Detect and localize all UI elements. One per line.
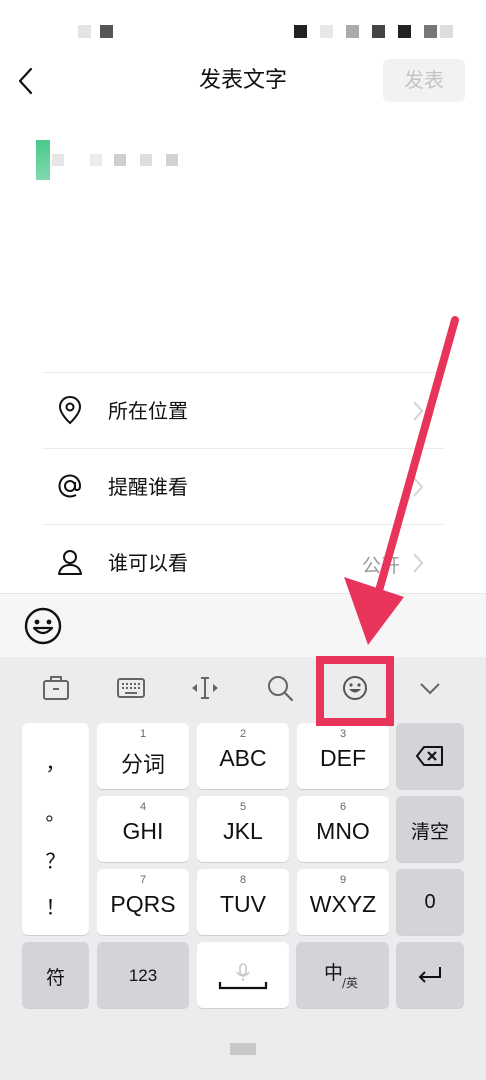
text-cursor (36, 140, 50, 180)
text-editor[interactable] (36, 138, 456, 188)
annotation-highlight-box (316, 656, 394, 726)
key-number: 3 (339, 728, 347, 740)
status-pixel (78, 25, 91, 38)
status-pixel (398, 25, 411, 38)
punctuation-exclaim[interactable]: ！ (22, 891, 89, 920)
zero-key[interactable]: 0 (396, 869, 464, 935)
search-icon[interactable] (265, 673, 295, 703)
keyboard: ， 。 ？ ！ 1 分词 2 ABC 3 DEF 4 GHI 5 JKL 6 M… (0, 657, 486, 1080)
punctuation-comma[interactable]: ， (22, 747, 89, 776)
key-label: JKL (223, 818, 263, 844)
punctuation-period[interactable]: 。 (22, 797, 89, 826)
post-button[interactable]: 发表 (383, 59, 465, 102)
key-9[interactable]: 9 WXYZ (297, 869, 389, 935)
delete-key[interactable] (396, 723, 464, 789)
space-key[interactable] (197, 942, 289, 1008)
obscured-text (52, 154, 64, 166)
person-icon (58, 550, 82, 575)
status-pixel (294, 25, 307, 38)
symbols-key[interactable]: 符 (22, 942, 89, 1008)
key-number: 6 (339, 801, 347, 813)
status-pixel (440, 25, 453, 38)
key-5[interactable]: 5 JKL (197, 796, 289, 862)
key-label: 清空 (410, 821, 449, 843)
option-label: 所在位置 (108, 399, 188, 423)
key-number: 4 (139, 801, 147, 813)
obscured-text (140, 154, 152, 166)
punctuation-key-column[interactable]: ， 。 ？ ！ (22, 723, 89, 935)
lang-sub-label: /英 (342, 976, 359, 990)
at-sign-icon (58, 474, 82, 498)
cursor-move-icon[interactable] (190, 673, 220, 703)
key-label: PQRS (110, 891, 176, 917)
key-number: 7 (139, 874, 147, 886)
key-label: DEF (320, 745, 366, 771)
enter-key[interactable] (396, 942, 464, 1008)
key-8[interactable]: 8 TUV (197, 869, 289, 935)
status-pixel (424, 25, 437, 38)
keyboard-handle[interactable] (230, 1043, 256, 1055)
obscured-text (114, 154, 126, 166)
key-4[interactable]: 4 GHI (97, 796, 189, 862)
status-pixel (346, 25, 359, 38)
key-label: TUV (220, 891, 266, 917)
key-label: MNO (316, 818, 370, 844)
key-number: 2 (239, 728, 247, 740)
obscured-text (166, 154, 178, 166)
emoji-icon[interactable] (24, 607, 62, 645)
key-2[interactable]: 2 ABC (197, 723, 289, 789)
lang-main-label: 中 (324, 962, 344, 984)
keyboard-icon[interactable] (116, 673, 146, 703)
microphone-icon (218, 963, 268, 990)
status-pixel (372, 25, 385, 38)
key-number: 8 (239, 874, 247, 886)
numbers-key[interactable]: 123 (97, 942, 189, 1008)
obscured-text (90, 154, 102, 166)
option-label: 提醒谁看 (108, 475, 188, 499)
key-number: 5 (239, 801, 247, 813)
key-label: ABC (219, 745, 267, 771)
key-1[interactable]: 1 分词 (97, 723, 189, 789)
key-7[interactable]: 7 PQRS (97, 869, 189, 935)
key-label: 0 (424, 891, 436, 913)
enter-icon (418, 967, 441, 983)
key-label: 符 (45, 967, 65, 989)
clear-key[interactable]: 清空 (396, 796, 464, 862)
toolbox-icon[interactable] (41, 673, 71, 703)
option-label: 谁可以看 (108, 551, 188, 575)
key-label: WXYZ (309, 891, 377, 917)
backspace-icon (416, 746, 443, 766)
key-label: 123 (128, 966, 158, 985)
key-6[interactable]: 6 MNO (297, 796, 389, 862)
status-pixel (320, 25, 333, 38)
key-number: 1 (139, 728, 147, 740)
key-number: 9 (339, 874, 347, 886)
key-3[interactable]: 3 DEF (297, 723, 389, 789)
key-label: 分词 (120, 753, 165, 778)
location-pin-icon (58, 395, 82, 425)
language-switch-key[interactable]: 中 /英 (296, 942, 389, 1008)
key-label: GHI (122, 818, 164, 844)
status-pixel (100, 25, 113, 38)
punctuation-question[interactable]: ？ (22, 845, 89, 874)
annotation-arrow (344, 316, 459, 645)
collapse-chevron-icon[interactable] (415, 673, 445, 703)
